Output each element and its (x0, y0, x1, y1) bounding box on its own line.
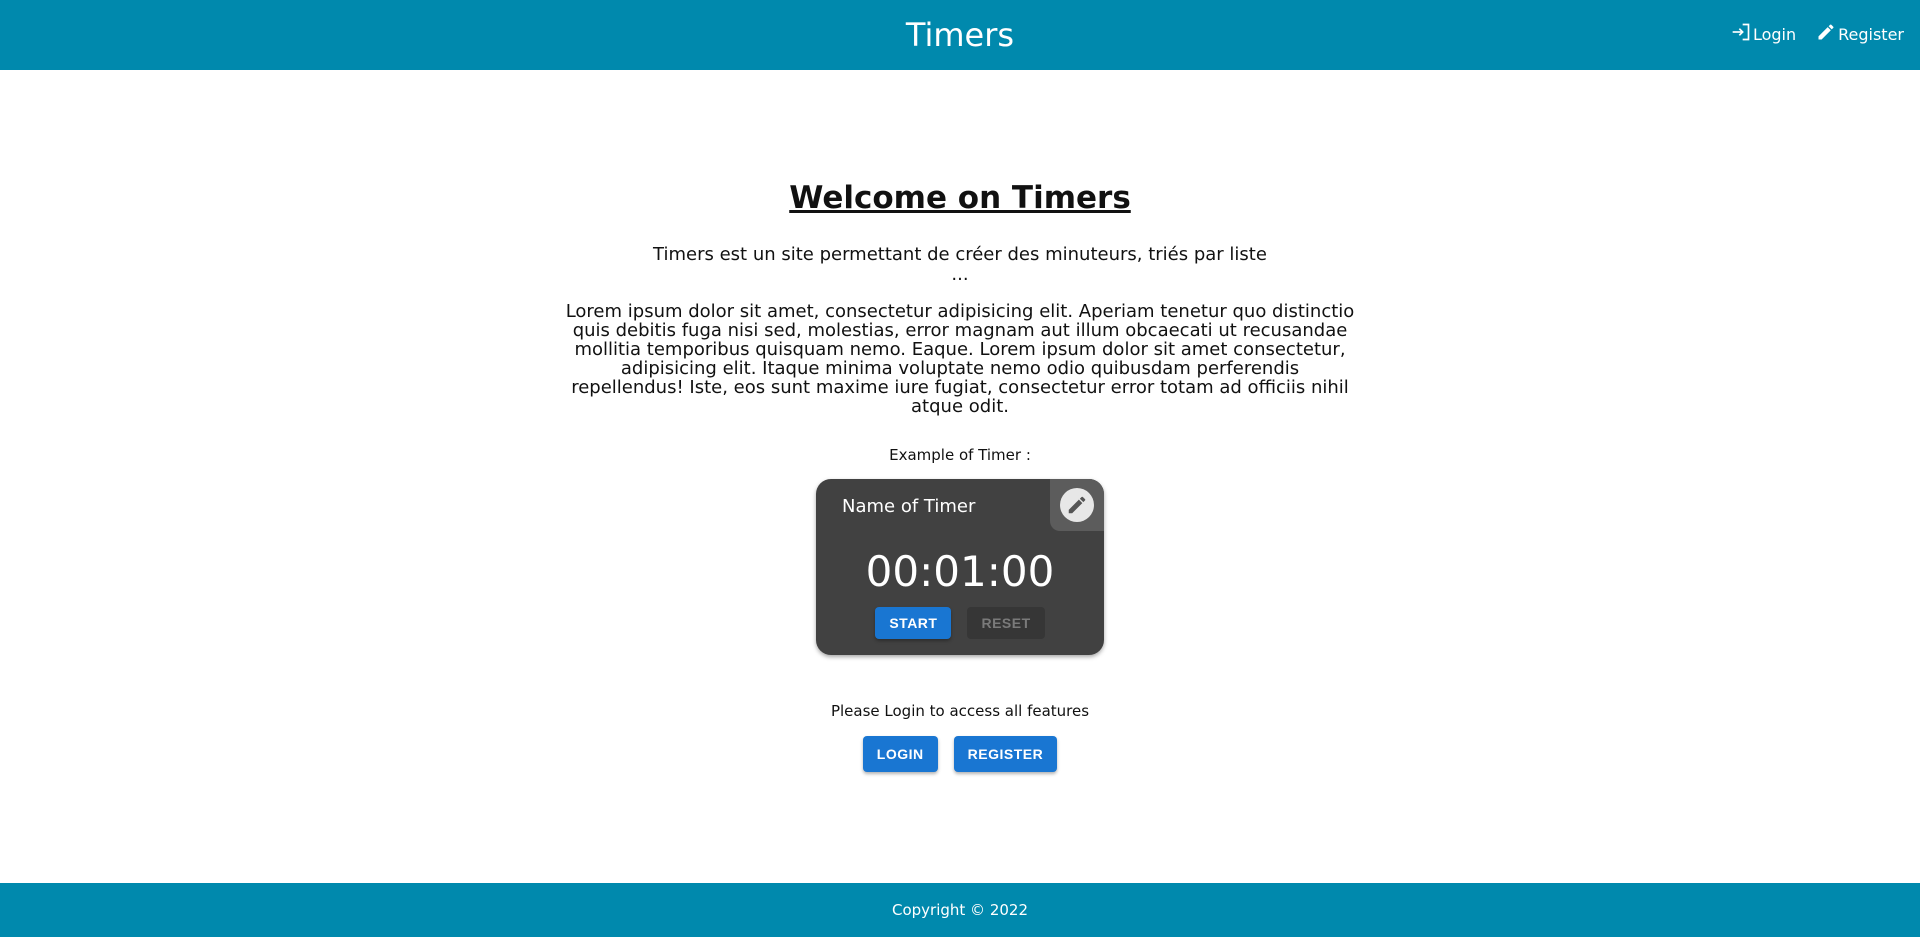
login-button[interactable]: LOGIN (862, 736, 938, 772)
example-label: Example of Timer : (889, 446, 1031, 464)
login-link-label: Login (1752, 25, 1797, 44)
app-title: Timers (905, 16, 1015, 54)
timer-card: Name of Timer 00:01:00 START RESET (816, 479, 1104, 655)
timer-time: 00:01:00 (865, 547, 1055, 596)
timer-reset-button[interactable]: RESET (967, 607, 1045, 639)
timer-edit-button[interactable] (1050, 479, 1104, 531)
intro-text: Timers est un site permettant de créer d… (0, 245, 1920, 285)
login-link[interactable]: Login (1731, 22, 1796, 44)
pencil-icon (1816, 22, 1838, 44)
pencil-icon (1060, 488, 1094, 522)
page-title: Welcome on Timers (789, 180, 1131, 216)
timer-name: Name of Timer (842, 496, 976, 517)
main-content: Welcome on Timers Timers est un site per… (0, 70, 1920, 883)
register-link-label: Register (1838, 25, 1904, 44)
header-nav: Login Register (1731, 22, 1904, 44)
footer: Copyright © 2022 (0, 883, 1920, 937)
header-bar: Timers Login Register (0, 0, 1920, 70)
timer-start-button[interactable]: START (875, 607, 952, 639)
page: Timers Login Register Welcome on Timers … (0, 0, 1920, 937)
register-link[interactable]: Register (1816, 22, 1904, 44)
lorem-paragraph: Lorem ipsum dolor sit amet, consectetur … (565, 301, 1355, 417)
copyright-text: Copyright © 2022 (891, 901, 1028, 919)
timer-controls: START RESET (816, 607, 1104, 639)
login-prompt: Please Login to access all features (830, 702, 1090, 720)
auth-buttons: LOGIN REGISTER (0, 736, 1920, 772)
login-icon (1731, 22, 1753, 44)
intro-ellipsis: ... (951, 264, 969, 285)
intro-line: Timers est un site permettant de créer d… (653, 244, 1267, 265)
register-button[interactable]: REGISTER (953, 736, 1058, 772)
